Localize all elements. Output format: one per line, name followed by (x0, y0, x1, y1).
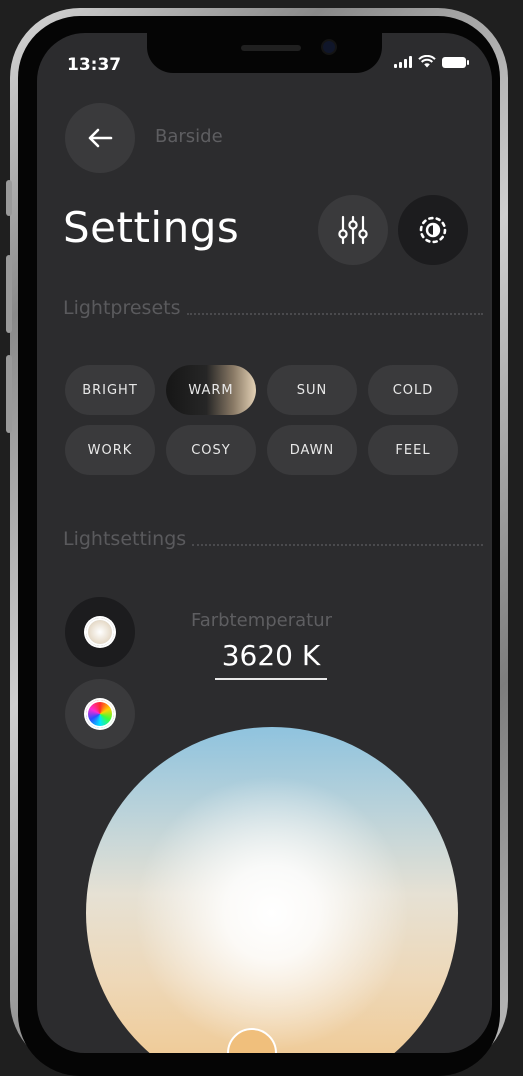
preset-sun-button[interactable]: SUN (267, 365, 357, 415)
back-button[interactable] (65, 103, 135, 173)
color-temperature-button[interactable] (65, 597, 135, 667)
presets-section-label: Lightpresets (63, 297, 483, 319)
breadcrumb: Barside (155, 126, 223, 147)
preset-dawn-button[interactable]: DAWN (267, 425, 357, 475)
wifi-icon (418, 55, 436, 68)
brightness-icon (419, 216, 447, 244)
notch (147, 33, 382, 73)
color-wheel-icon (86, 700, 114, 728)
sliders-icon (338, 215, 368, 245)
page-title: Settings (63, 203, 240, 252)
settings-section-title: Lightsettings (63, 528, 187, 550)
temperature-wheel[interactable] (86, 727, 458, 1053)
section-divider (192, 532, 483, 546)
preset-cold-button[interactable]: COLD (368, 365, 458, 415)
settings-section-label: Lightsettings (63, 528, 483, 550)
app-screen: 13:37 Barside Settings Lightpresets BRIG… (37, 33, 492, 1053)
status-time: 13:37 (67, 55, 122, 75)
mute-switch (6, 180, 12, 216)
status-icons (394, 55, 469, 68)
section-divider (186, 301, 483, 315)
front-camera (323, 41, 335, 53)
volume-down-button (6, 355, 12, 433)
signal-icon (394, 56, 412, 68)
preset-feel-button[interactable]: FEEL (368, 425, 458, 475)
color-temperature-icon (86, 618, 114, 646)
temperature-label: Farbtemperatur (191, 610, 333, 631)
volume-up-button (6, 255, 12, 333)
brightness-mode-button[interactable] (398, 195, 468, 265)
color-mode-button[interactable] (65, 679, 135, 749)
sliders-button[interactable] (318, 195, 388, 265)
presets-section-title: Lightpresets (63, 297, 181, 319)
arrow-left-icon (88, 128, 113, 148)
preset-bright-button[interactable]: BRIGHT (65, 365, 155, 415)
preset-cosy-button[interactable]: COSY (166, 425, 256, 475)
temperature-value[interactable]: 3620 K (215, 639, 327, 680)
speaker-grille (241, 45, 301, 51)
battery-icon (442, 57, 469, 68)
preset-work-button[interactable]: WORK (65, 425, 155, 475)
preset-warm-button[interactable]: WARM (166, 365, 256, 415)
